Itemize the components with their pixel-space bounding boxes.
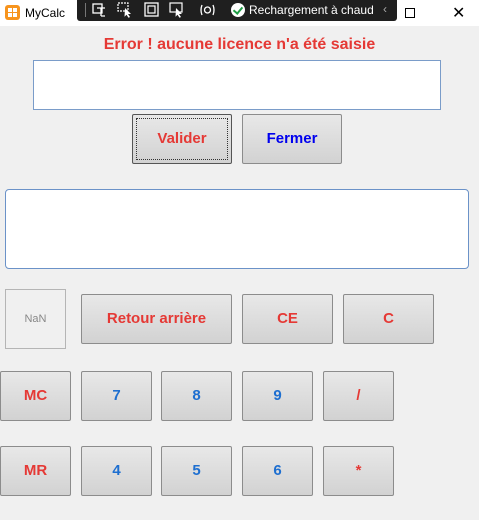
validate-button-label: Valider (157, 130, 207, 147)
close-window-button[interactable]: ✕ (439, 0, 479, 26)
digit-8-button[interactable]: 8 (161, 371, 232, 421)
digit-6-button[interactable]: 6 (242, 446, 313, 496)
license-input[interactable] (33, 60, 441, 110)
hot-reload-label[interactable]: Rechargement à chaud (249, 3, 374, 17)
digit-5-label: 5 (192, 462, 201, 479)
multiply-button[interactable]: * (323, 446, 394, 496)
calculator-display[interactable] (5, 189, 469, 269)
nan-indicator: NaN (5, 289, 66, 349)
digit-9-label: 9 (273, 387, 282, 404)
backspace-button[interactable]: Retour arrière (81, 294, 232, 344)
memory-recall-button[interactable]: MR (0, 446, 71, 496)
clear-entry-label: CE (277, 310, 298, 327)
digit-6-label: 6 (273, 462, 282, 479)
clear-button[interactable]: C (343, 294, 434, 344)
display-layout-adorners-icon[interactable] (143, 2, 160, 18)
digit-4-button[interactable]: 4 (81, 446, 152, 496)
app-calculator-icon (5, 5, 20, 20)
digit-7-label: 7 (112, 387, 121, 404)
live-visual-tree-icon[interactable] (91, 2, 108, 18)
collapse-toolbar-icon[interactable]: ‹ (383, 2, 387, 16)
window-title: MyCalc (25, 6, 66, 20)
close-icon: ✕ (452, 5, 466, 22)
track-focus-icon[interactable] (169, 2, 186, 18)
digit-8-label: 8 (192, 387, 201, 404)
maximize-icon (405, 8, 415, 18)
error-message: Error ! aucune licence n'a été saisie (103, 36, 376, 53)
clear-label: C (383, 310, 394, 327)
debug-toolbar: Rechargement à chaud ‹ (77, 0, 397, 21)
memory-clear-label: MC (23, 387, 48, 404)
memory-clear-button[interactable]: MC (0, 371, 71, 421)
divide-button[interactable]: / (323, 371, 394, 421)
title-bar: MyCalc Rechargement à chaud ‹ ✕ (0, 0, 479, 26)
select-element-icon[interactable] (117, 2, 134, 18)
backspace-label: Retour arrière (106, 310, 207, 327)
close-button[interactable]: Fermer (242, 114, 342, 164)
digit-4-label: 4 (112, 462, 121, 479)
memory-recall-label: MR (23, 462, 48, 479)
multiply-label: * (355, 462, 362, 479)
digit-9-button[interactable]: 9 (242, 371, 313, 421)
binding-failures-icon[interactable] (199, 2, 216, 18)
close-button-label: Fermer (266, 130, 318, 147)
validate-button[interactable]: Valider (132, 114, 232, 164)
divide-label: / (356, 387, 361, 404)
maximize-button[interactable] (390, 0, 430, 26)
clear-entry-button[interactable]: CE (242, 294, 333, 344)
hot-reload-check-icon (231, 3, 245, 17)
toolbar-grip[interactable] (85, 3, 86, 17)
digit-5-button[interactable]: 5 (161, 446, 232, 496)
digit-7-button[interactable]: 7 (81, 371, 152, 421)
